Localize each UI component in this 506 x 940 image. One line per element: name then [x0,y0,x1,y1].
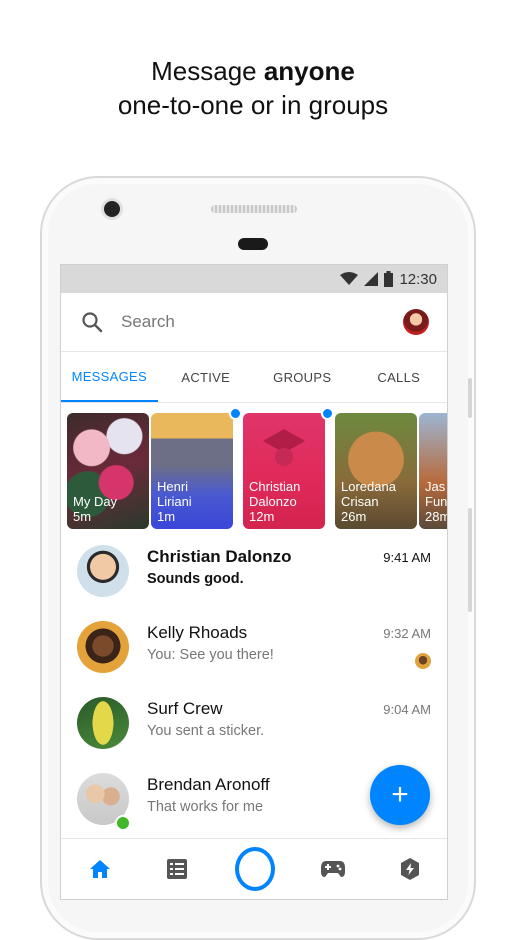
home-icon [89,860,110,878]
story-card[interactable]: Jas Fun 28m [419,413,448,529]
battery-icon [384,271,394,287]
conversation-name: Christian Dalonzo [147,547,292,566]
story-name: My Day [73,494,118,509]
app-screen: 12:30 Search MESSAGES ACTIVE GROUPS CALL… [60,264,448,900]
nav-list[interactable] [157,849,197,889]
story-card[interactable]: My Day 5m [67,413,149,529]
stories-row: My Day 5m Henri Liriani 1m Christian Dalonzo… [61,403,447,543]
volume-button [468,378,472,418]
plus-icon: + [391,778,409,811]
conversation-row[interactable]: Surf Crew You sent a sticker. 9:04 AM [61,685,447,761]
story-name: Christian [249,479,301,494]
avatar [77,697,129,749]
conversation-name: Surf Crew [147,699,223,718]
story-time: 28m [425,509,448,524]
story-card[interactable]: Henri Liriani 1m [151,413,233,529]
conversation-time: 9:32 AM [383,626,431,641]
profile-avatar[interactable] [403,309,429,335]
signal-icon [364,272,379,286]
conversation-name: Kelly Rhoads [147,623,248,642]
power-button [468,508,472,612]
camera-icon [234,847,275,891]
avatar [77,621,129,673]
story-name-2: Dalonzo [249,494,297,509]
online-indicator [115,815,131,831]
story-name-2: Crisan [341,494,379,509]
bottom-nav [61,838,447,899]
conversation-row[interactable]: Christian Dalonzo Sounds good. 9:41 AM [61,533,447,609]
promo-headline: Message anyone one-to-one or in groups [0,54,506,122]
conversation-preview: That works for me [147,799,264,815]
nav-discover[interactable] [390,849,430,889]
graduation-cap-icon [263,429,305,466]
nav-home[interactable] [80,849,120,889]
status-bar: 12:30 [61,265,447,293]
games-icon [320,861,345,877]
conversation-row[interactable]: Kelly Rhoads You: See you there! 9:32 AM [61,609,447,685]
tab-calls[interactable]: CALLS [351,352,448,402]
story-time: 1m [157,509,176,524]
wifi-icon [340,272,359,285]
search-input[interactable]: Search [121,312,403,332]
status-time: 12:30 [399,270,437,288]
unseen-indicator [229,407,242,420]
nav-games[interactable] [313,849,353,889]
story-card[interactable]: Loredana Crisan 26m [335,413,417,529]
tab-active[interactable]: ACTIVE [158,352,255,402]
promo-line-2: one-to-one or in groups [117,90,389,120]
story-name-2: Fun [425,494,448,509]
read-receipt-avatar [415,653,431,669]
tab-groups[interactable]: GROUPS [254,352,351,402]
discover-icon [401,858,420,880]
story-time: 5m [73,509,92,524]
earpiece-speaker [211,205,297,213]
search-bar[interactable]: Search [61,293,447,352]
story-name: Henri [157,479,189,494]
unseen-indicator [321,407,334,420]
avatar [77,545,129,597]
conversation-name: Brendan Aronoff [147,775,270,794]
conversation-preview: You: See you there! [147,647,274,663]
tab-messages[interactable]: MESSAGES [61,352,158,402]
new-message-button[interactable]: + [370,765,430,825]
conversation-preview: You sent a sticker. [147,723,265,739]
search-icon [82,312,103,333]
story-name-2: Liriani [157,494,192,509]
story-name: Jas [425,479,446,494]
nav-camera[interactable] [234,847,275,891]
list-icon [167,859,188,879]
front-camera [104,201,120,217]
story-time: 12m [249,509,275,524]
tab-bar: MESSAGES ACTIVE GROUPS CALLS [61,352,447,403]
conversation-time: 9:41 AM [383,550,431,565]
story-card[interactable]: Christian Dalonzo 12m [243,413,325,529]
proximity-sensor [238,238,268,250]
promo-line-1: Message anyone [151,56,355,86]
conversation-time: 9:04 AM [383,702,431,717]
conversation-preview: Sounds good. [147,571,244,587]
story-name: Loredana [341,479,396,494]
story-time: 26m [341,509,367,524]
